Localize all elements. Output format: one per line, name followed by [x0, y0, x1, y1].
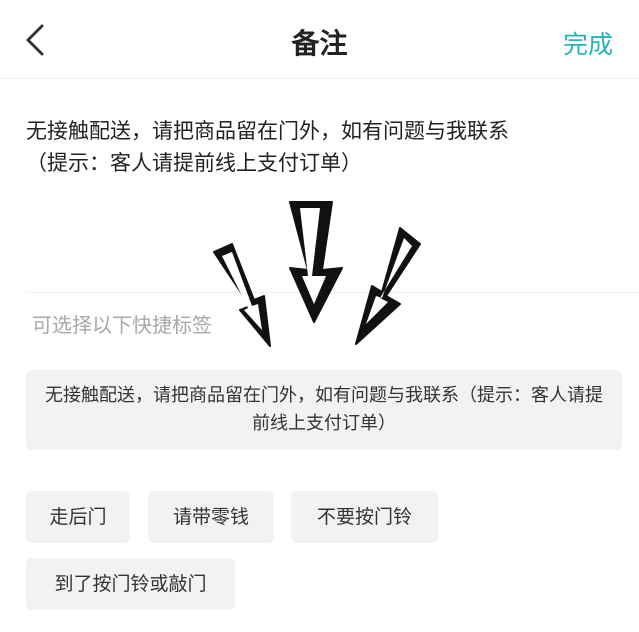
tag-chip-back-door[interactable]: 走后门 [26, 491, 130, 543]
arrow-down-right-icon [355, 227, 421, 345]
page-title: 备注 [291, 27, 348, 60]
tag-chip-no-doorbell[interactable]: 不要按门铃 [291, 491, 438, 543]
done-button[interactable]: 完成 [563, 25, 613, 61]
nav-bar: 备注 完成 [0, 0, 639, 79]
suggested-note-chip[interactable]: 无接触配送，请把商品留在门外，如有问题与我联系（提示：客人请提前线上支付订单） [26, 370, 622, 450]
divider [26, 292, 639, 293]
tag-chip-ring-or-knock[interactable]: 到了按门铃或敲门 [26, 558, 235, 610]
note-textarea[interactable]: 无接触配送，请把商品留在门外，如有问题与我联系 （提示：客人请提前线上支付订单） [26, 115, 616, 235]
arrow-down-left-icon [213, 243, 271, 347]
tag-chip-bring-change[interactable]: 请带零钱 [148, 491, 274, 543]
quick-tags-hint: 可选择以下快捷标签 [32, 313, 212, 337]
